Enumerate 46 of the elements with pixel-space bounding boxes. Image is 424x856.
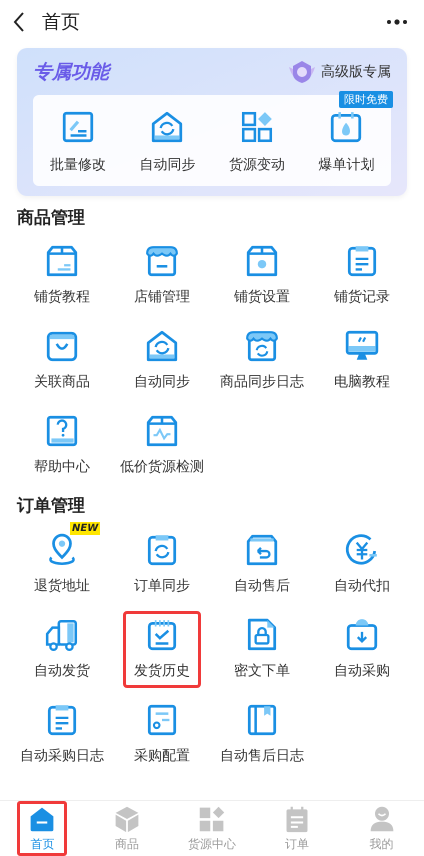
premium-title: 专属功能 (33, 58, 109, 86)
menu-item[interactable]: 自动同步 (123, 322, 201, 399)
menu-item[interactable]: 自动发货 (23, 610, 101, 688)
page-title: 首页 (42, 10, 80, 35)
menu-item[interactable]: 自动采购日志 (9, 696, 115, 772)
back-icon[interactable] (12, 11, 26, 33)
box-icon (44, 243, 80, 279)
bag-download-icon (344, 616, 380, 652)
menu-item[interactable]: 自动采购 (323, 610, 401, 688)
promo-tag: 限时免费 (339, 90, 393, 108)
menu-item[interactable]: 关联商品 (23, 322, 101, 399)
more-icon[interactable] (386, 19, 408, 25)
menu-item[interactable]: 自动售后日志 (209, 696, 315, 772)
feature-item[interactable]: 批量修改 (50, 108, 106, 176)
feature-item[interactable]: 自动同步 (139, 108, 196, 176)
cube-icon (113, 804, 142, 832)
menu-item[interactable]: 铺货记录 (323, 237, 401, 314)
crest-icon (287, 59, 317, 86)
section-title: 商品管理 (16, 206, 86, 230)
menu-item[interactable]: 发货历史 (123, 610, 201, 688)
grid-icon (198, 804, 226, 832)
menu-item[interactable]: 铺货教程 (23, 237, 101, 314)
edition-label: 高级版专属 (321, 62, 391, 82)
user-icon (368, 804, 396, 832)
menu-item[interactable]: 低价货源检测 (109, 407, 215, 484)
new-badge: NEW (70, 522, 100, 534)
section-title: 订单管理 (16, 495, 86, 518)
menu-item[interactable]: 自动售后 (223, 526, 301, 602)
yen-coin-icon (344, 532, 380, 568)
menu-item[interactable]: 电脑教程 (323, 322, 401, 399)
menu-item[interactable]: 商品同步日志 (209, 322, 315, 399)
menu-item[interactable]: 订单同步 (123, 526, 201, 602)
box-wave-icon (144, 413, 180, 449)
shop-icon (144, 243, 180, 279)
menu-item[interactable]: 帮助中心 (23, 407, 101, 484)
feature-item[interactable]: 爆单计划 (318, 108, 374, 176)
menu-item[interactable]: 采购配置 (123, 696, 201, 772)
house-sync-icon (144, 328, 180, 364)
box-gear-icon (244, 243, 280, 279)
shop-sync-icon (244, 328, 280, 364)
menu-item[interactable]: 店铺管理 (123, 237, 201, 314)
menu-item[interactable]: 铺货设置 (223, 237, 301, 314)
menu-item[interactable]: 密文下单 (223, 610, 301, 688)
help-icon (44, 413, 80, 449)
feature-item[interactable]: 货源变动 (228, 108, 285, 176)
menu-item[interactable]: 自动代扣 (323, 526, 401, 602)
